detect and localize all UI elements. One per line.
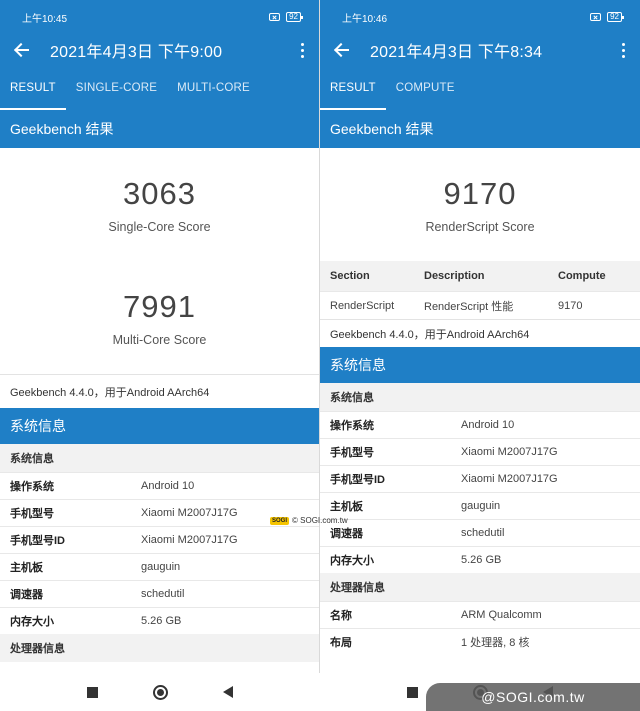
version-note: Geekbench 4.4.0，用于Android AArch64 [320,319,640,347]
more-vert-icon[interactable] [616,42,630,58]
info-row-governor: 调速器 schedutil [320,519,640,546]
multi-core-score-block: 7991 Multi-Core Score [0,261,319,374]
no-sim-icon [269,13,281,21]
app-bar: 2021年4月3日 下午8:34 [320,34,640,66]
renderscript-label: RenderScript Score [425,220,535,234]
status-icons: 92 [590,12,624,22]
processor-subheader: 处理器信息 [0,634,319,662]
info-row-memory: 内存大小 5.26 GB [0,607,319,634]
single-core-score: 3063 [123,176,196,211]
renderscript-score: 9170 [443,176,517,211]
right-screen: 上午10:46 92 2021年4月3日 下午8:34 RESULT COMPU… [320,0,640,673]
multi-core-label: Multi-Core Score [112,333,207,347]
info-row-model-id: 手机型号ID Xiaomi M2007J17G [320,465,640,492]
tab-single-core[interactable]: SINGLE-CORE [66,66,167,110]
sysinfo-header: 系统信息 [320,347,640,383]
info-row-memory: 内存大小 5.26 GB [320,546,640,573]
no-sim-icon [590,13,602,21]
results-header: Geekbench 结果 [0,110,319,148]
compute-table-header: Section Description Compute [320,261,640,291]
back-triangle-icon[interactable] [223,686,233,698]
status-bar: 上午10:45 92 [0,0,319,34]
table-row: RenderScript RenderScript 性能 9170 [320,291,640,319]
recents-icon[interactable] [87,686,98,698]
status-icons: 92 [269,12,303,22]
battery-icon: 92 [607,12,624,22]
recents-icon[interactable] [407,686,418,698]
back-arrow-icon[interactable] [14,42,30,58]
multi-core-score: 7991 [123,289,196,324]
info-row-model: 手机型号 Xiaomi M2007J17G [320,438,640,465]
status-bar: 上午10:46 92 [320,0,640,34]
status-time: 上午10:46 [342,13,388,25]
battery-icon: 92 [286,12,303,22]
watermark-small-text: © SOGI.com.tw [292,516,348,525]
sogi-logo: SOGI [270,516,290,525]
back-arrow-icon[interactable] [334,42,350,58]
info-row-motherboard: 主机板 gauguin [0,553,319,580]
tab-compute[interactable]: COMPUTE [386,66,465,110]
processor-subheader: 处理器信息 [320,573,640,601]
tab-bar: RESULT COMPUTE [320,66,640,110]
screenshots-container: 上午10:45 92 2021年4月3日 下午9:00 RESULT SINGL… [0,0,640,673]
tab-result[interactable]: RESULT [320,66,386,110]
single-core-score-block: 3063 Single-Core Score [0,148,319,261]
app-bar: 2021年4月3日 下午9:00 [0,34,319,66]
sysinfo-header: 系统信息 [0,408,319,444]
info-row-os: 操作系统 Android 10 [0,472,319,499]
left-screen: 上午10:45 92 2021年4月3日 下午9:00 RESULT SINGL… [0,0,320,673]
info-row-model-id: 手机型号ID Xiaomi M2007J17G [0,526,319,553]
tab-result[interactable]: RESULT [0,66,66,110]
info-row-motherboard: 主机板 gauguin [320,492,640,519]
tab-bar: RESULT SINGLE-CORE MULTI-CORE [0,66,319,110]
more-vert-icon[interactable] [295,42,309,58]
page-title: 2021年4月3日 下午9:00 [50,44,223,61]
watermark-small: SOGI © SOGI.com.tw [270,516,348,525]
nav-left [0,673,320,711]
sysinfo-subheader: 系统信息 [320,383,640,411]
sysinfo-subheader: 系统信息 [0,444,319,472]
info-row-governor: 调速器 schedutil [0,580,319,607]
status-time: 上午10:45 [22,13,68,25]
page-title: 2021年4月3日 下午8:34 [370,44,543,61]
info-row-os: 操作系统 Android 10 [320,411,640,438]
results-header: Geekbench 结果 [320,110,640,148]
watermark-large: @SOGI.com.tw [426,683,640,711]
info-row-cpu-layout: 布局 1 处理器, 8 核 [320,628,640,655]
info-row-cpu-name: 名称 ARM Qualcomm [320,601,640,628]
tab-multi-core[interactable]: MULTI-CORE [167,66,260,110]
renderscript-score-block: 9170 RenderScript Score [320,148,640,261]
version-note: Geekbench 4.4.0，用于Android AArch64 [0,374,319,408]
home-icon[interactable] [153,684,168,700]
single-core-label: Single-Core Score [108,220,211,234]
